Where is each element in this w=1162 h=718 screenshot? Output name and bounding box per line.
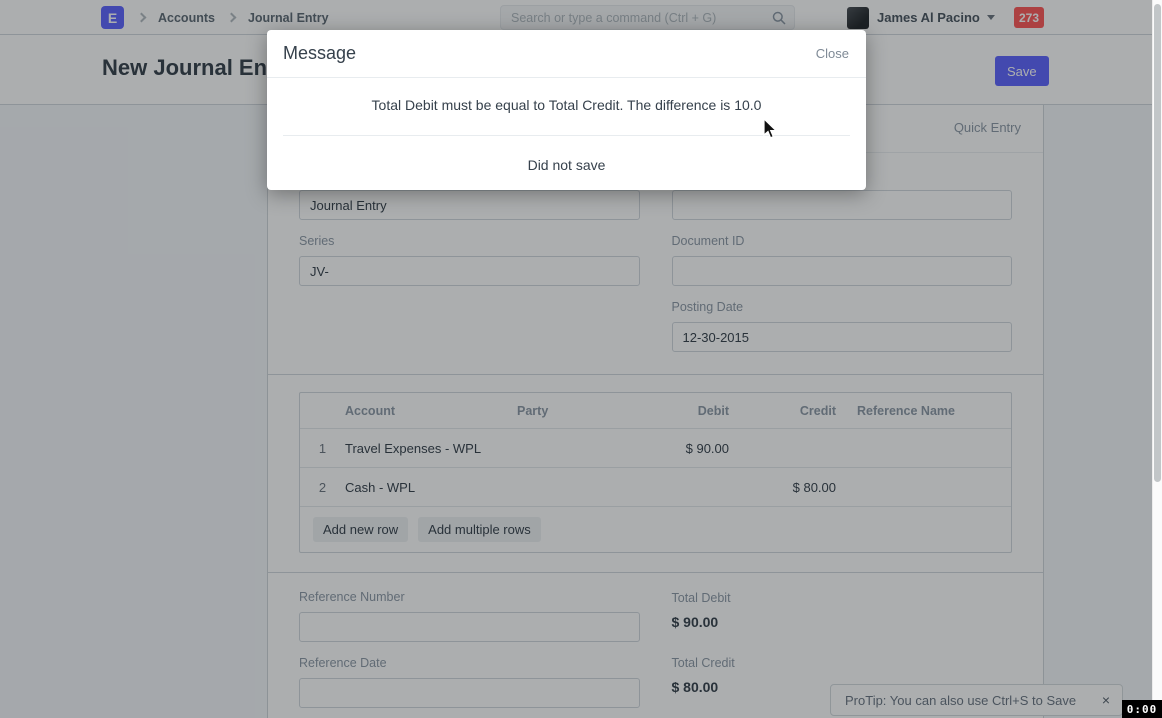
- message-dialog: Message Close Total Debit must be equal …: [267, 30, 866, 190]
- recording-timer: 0:00: [1122, 700, 1162, 718]
- dialog-close-button[interactable]: Close: [816, 46, 849, 61]
- dialog-header: Message Close: [267, 30, 866, 78]
- dialog-footer-message: Did not save: [283, 157, 850, 174]
- mouse-cursor: [763, 118, 779, 140]
- dialog-title: Message: [283, 43, 356, 64]
- dialog-message: Total Debit must be equal to Total Credi…: [283, 97, 850, 114]
- scrollbar-thumb[interactable]: [1154, 4, 1161, 482]
- vertical-scrollbar[interactable]: [1152, 0, 1162, 718]
